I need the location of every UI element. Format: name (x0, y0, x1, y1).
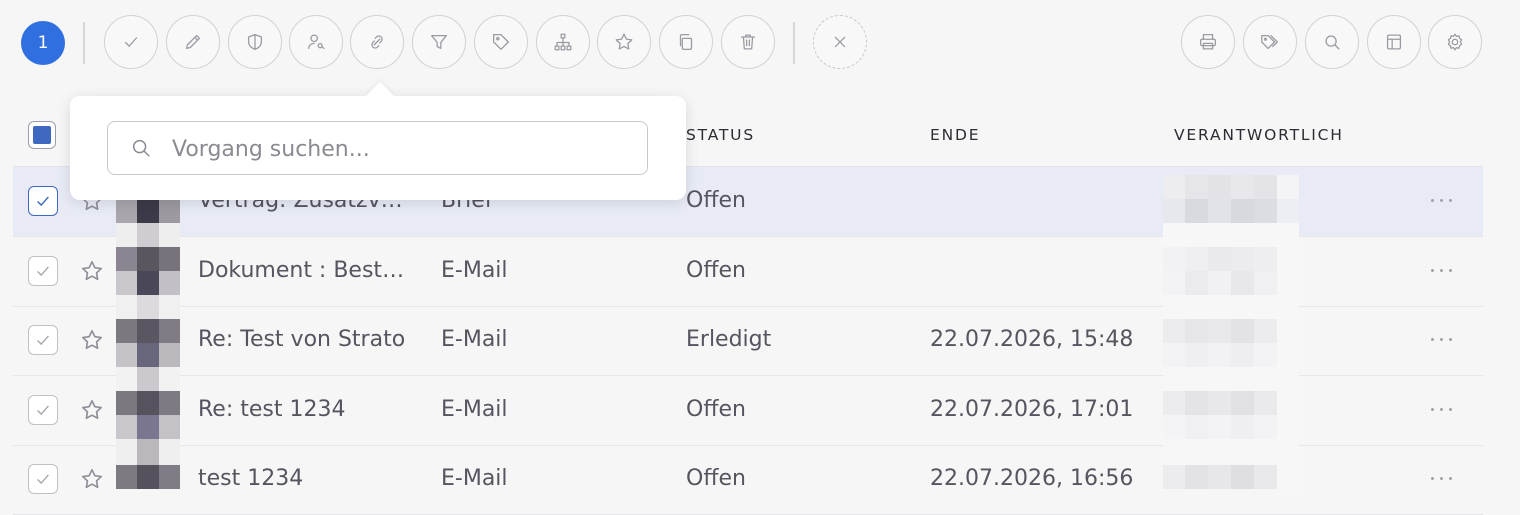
star-icon (615, 33, 633, 50)
row-status: Offen (686, 258, 746, 283)
star-icon (81, 260, 103, 281)
edit-button[interactable] (166, 15, 220, 69)
mark-done-button[interactable] (104, 15, 158, 69)
check-icon (124, 37, 138, 47)
row-checkbox[interactable] (28, 256, 58, 286)
search-icon (1325, 35, 1340, 50)
tag-button[interactable] (474, 15, 528, 69)
indeterminate-mark (33, 126, 51, 144)
search-button[interactable] (1305, 15, 1359, 69)
star-icon (81, 329, 103, 350)
more-options-button[interactable] (1431, 477, 1455, 483)
row-type: E-Mail (441, 397, 508, 422)
favorite-toggle[interactable] (79, 397, 105, 423)
search-popover (70, 81, 686, 200)
row-end: 22.07.2026, 17:01 (930, 397, 1134, 422)
user-key-icon (308, 34, 325, 50)
row-status: Offen (686, 397, 746, 422)
favorite-toggle[interactable] (79, 466, 105, 492)
row-status: Erledigt (686, 327, 772, 352)
clear-selection-button[interactable] (813, 15, 867, 69)
favorite-toggle[interactable] (79, 258, 105, 284)
redacted-avatars (116, 175, 180, 489)
favorite-toggle[interactable] (79, 327, 105, 353)
popover-arrow (365, 81, 395, 111)
pencil-icon (185, 34, 201, 50)
delete-button[interactable] (721, 15, 775, 69)
structure-button[interactable] (536, 15, 590, 69)
shield-icon (247, 34, 263, 50)
toolbar-divider (793, 22, 795, 64)
tags-icon (1261, 34, 1278, 50)
duplicate-button[interactable] (659, 15, 713, 69)
row-checkbox[interactable] (28, 325, 58, 355)
check-icon (37, 474, 49, 485)
row-checkbox[interactable] (28, 186, 58, 216)
row-type: E-Mail (441, 258, 508, 283)
trash-icon (740, 34, 756, 50)
bulk-action-toolbar: 1 (0, 0, 1520, 86)
filter-icon (431, 34, 447, 50)
row-status: Offen (686, 188, 746, 213)
link-icon (371, 35, 383, 49)
selection-count-badge: 1 (21, 21, 65, 65)
print-button[interactable] (1181, 15, 1235, 69)
column-header-responsible[interactable]: VERANTWORTLICH (1174, 126, 1344, 144)
toolbar-divider (83, 22, 85, 64)
link-button[interactable] (350, 15, 404, 69)
star-icon (81, 399, 103, 420)
settings-button[interactable] (1428, 15, 1482, 69)
select-all-checkbox[interactable] (28, 121, 56, 149)
labels-button[interactable] (1243, 15, 1297, 69)
more-options-button[interactable] (1431, 199, 1455, 205)
filter-button[interactable] (412, 15, 466, 69)
row-checkbox[interactable] (28, 464, 58, 494)
star-icon (81, 468, 103, 489)
print-icon (1200, 34, 1216, 50)
search-icon (132, 139, 150, 157)
column-header-end[interactable]: ENDE (930, 126, 980, 144)
row-title[interactable]: Dokument : Bestellschein (198, 258, 416, 283)
check-icon (37, 266, 49, 277)
permissions-button[interactable] (228, 15, 282, 69)
more-options-button[interactable] (1431, 408, 1455, 414)
more-options-button[interactable] (1431, 338, 1455, 344)
row-type: E-Mail (441, 327, 508, 352)
check-icon (37, 335, 49, 346)
hierarchy-icon (554, 33, 572, 51)
close-icon (834, 36, 846, 48)
tag-icon (493, 34, 509, 50)
favorite-button[interactable] (597, 15, 651, 69)
gear-icon (1447, 33, 1463, 51)
row-status: Offen (686, 466, 746, 491)
row-title[interactable]: Re: test 1234 (198, 397, 416, 422)
check-icon (37, 196, 49, 207)
row-checkbox[interactable] (28, 395, 58, 425)
columns-button[interactable] (1367, 15, 1421, 69)
row-type: E-Mail (441, 466, 508, 491)
copy-icon (679, 34, 693, 50)
column-header-status[interactable]: STATUS (686, 126, 755, 144)
row-end: 22.07.2026, 15:48 (930, 327, 1134, 352)
assign-user-button[interactable] (289, 15, 343, 69)
columns-icon (1386, 34, 1402, 50)
row-title[interactable]: Re: Test von Strato (198, 327, 416, 352)
row-title[interactable]: test 1234 (198, 466, 416, 491)
search-input[interactable] (170, 130, 634, 168)
more-options-button[interactable] (1431, 269, 1455, 275)
check-icon (37, 405, 49, 416)
search-field[interactable] (107, 121, 648, 175)
row-end: 22.07.2026, 16:56 (930, 466, 1134, 491)
redacted-responsible (1163, 175, 1299, 489)
